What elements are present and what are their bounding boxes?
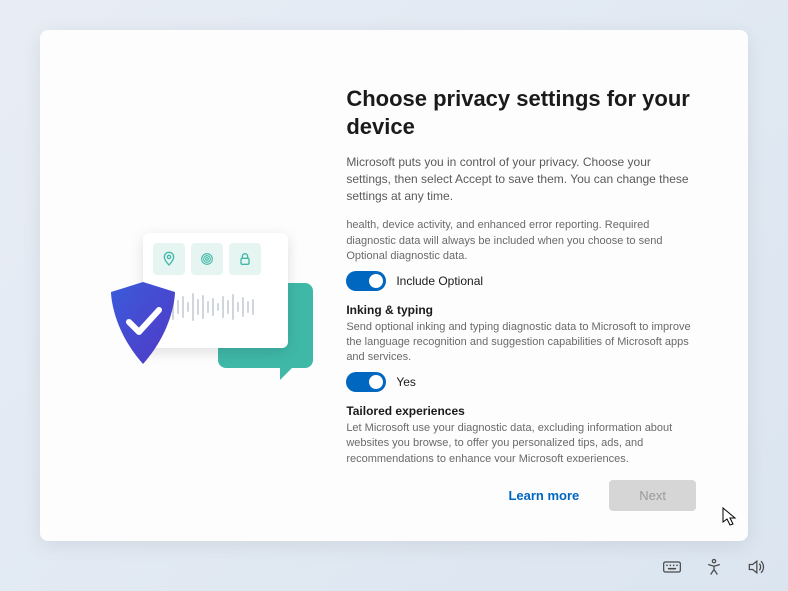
privacy-illustration	[103, 218, 313, 418]
oobe-panel: Choose privacy settings for your device …	[40, 30, 748, 541]
inking-typing-toggle[interactable]	[346, 372, 386, 392]
location-pin-icon	[153, 243, 185, 275]
inking-typing-toggle-label: Yes	[396, 375, 416, 389]
illustration-column	[70, 85, 346, 511]
diagnostic-data-toggle[interactable]	[346, 271, 386, 291]
footer-actions: Learn more Next	[346, 480, 698, 511]
system-tray	[662, 557, 766, 577]
page-title: Choose privacy settings for your device	[346, 85, 698, 140]
settings-scroll-area[interactable]: health, device activity, and enhanced er…	[346, 218, 698, 462]
fingerprint-icon	[191, 243, 223, 275]
learn-more-link[interactable]: Learn more	[508, 488, 579, 503]
page-subtitle: Microsoft puts you in control of your pr…	[346, 154, 698, 204]
volume-icon[interactable]	[746, 557, 766, 577]
lock-icon	[229, 243, 261, 275]
inking-typing-section: Inking & typing Send optional inking and…	[346, 303, 698, 392]
tailored-experiences-desc: Let Microsoft use your diagnostic data, …	[346, 421, 698, 462]
keyboard-icon[interactable]	[662, 557, 682, 577]
inking-typing-desc: Send optional inking and typing diagnost…	[346, 320, 698, 366]
tailored-experiences-section: Tailored experiences Let Microsoft use y…	[346, 404, 698, 462]
next-button[interactable]: Next	[609, 480, 696, 511]
inking-typing-title: Inking & typing	[346, 303, 698, 317]
shield-checkmark-icon	[103, 278, 183, 368]
tailored-experiences-title: Tailored experiences	[346, 404, 698, 418]
diagnostic-data-toggle-label: Include Optional	[396, 274, 483, 288]
diagnostic-data-desc-partial: health, device activity, and enhanced er…	[346, 218, 698, 264]
accessibility-icon[interactable]	[704, 557, 724, 577]
content-column: Choose privacy settings for your device …	[346, 85, 698, 511]
